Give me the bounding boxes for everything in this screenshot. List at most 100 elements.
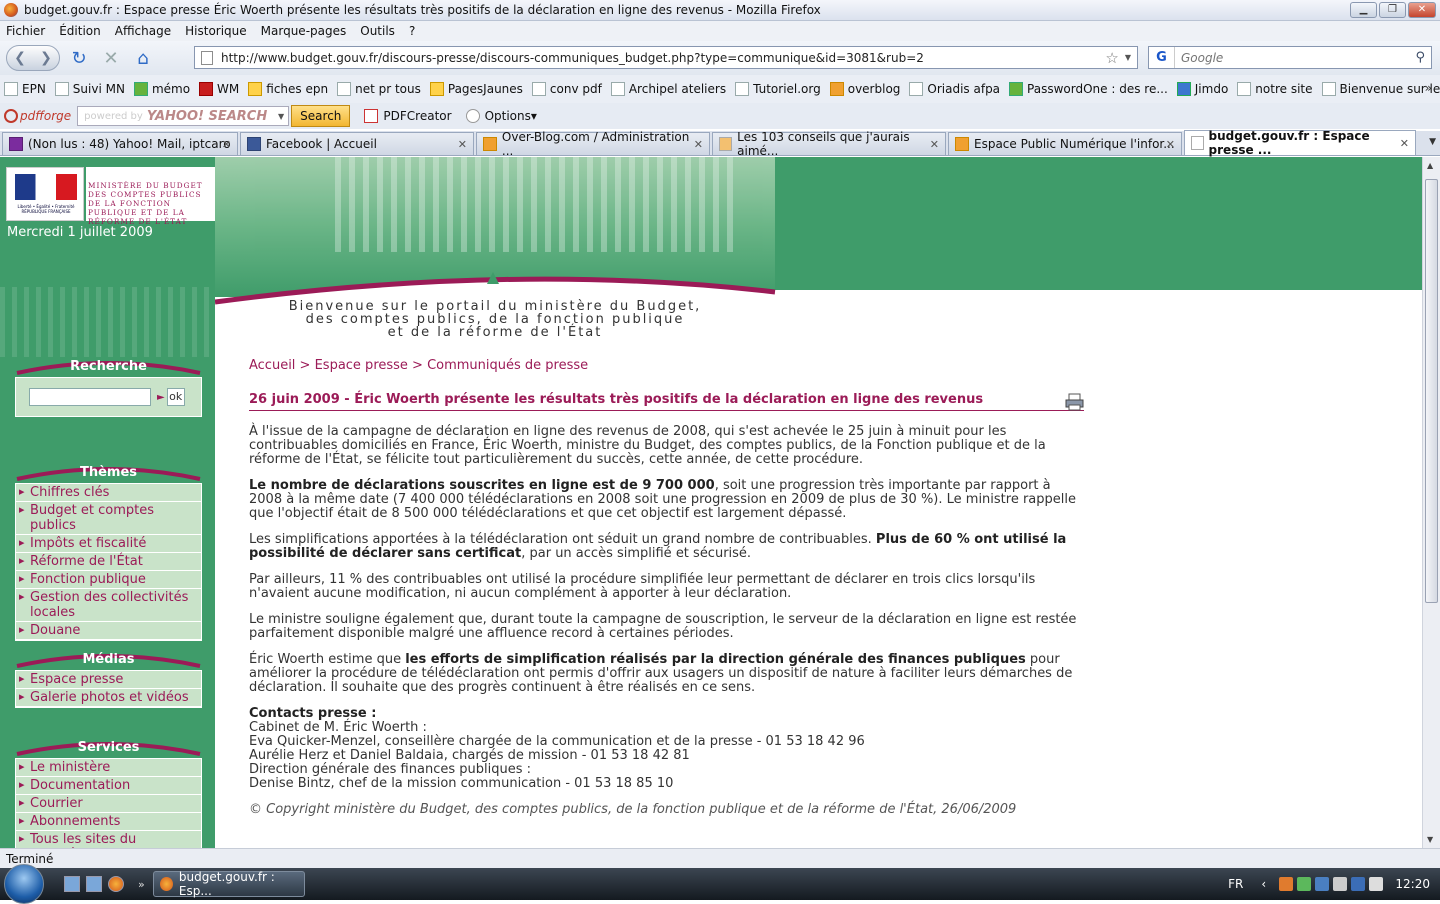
bookmark-item[interactable]: net pr tous	[337, 82, 421, 96]
bookmark-item[interactable]: Jimdo	[1177, 82, 1229, 96]
reload-icon[interactable]: ↻	[66, 45, 92, 71]
show-desktop-icon[interactable]	[64, 876, 80, 892]
close-tab-icon[interactable]: ✕	[930, 138, 939, 151]
menu-outils[interactable]: Outils	[360, 24, 395, 38]
close-tab-icon[interactable]: ✕	[1400, 137, 1409, 150]
bookmark-item[interactable]: Suivi MN	[55, 82, 125, 96]
themes-block: Thèmes Chiffres clés Budget et comptes p…	[15, 461, 202, 641]
nav-impots[interactable]: Impôts et fiscalité	[16, 535, 201, 553]
bookmark-item[interactable]: conv pdf	[532, 82, 602, 96]
maximize-button[interactable]: ❐	[1379, 2, 1406, 18]
nav-abonnements[interactable]: Abonnements	[16, 813, 201, 831]
nav-le-ministere[interactable]: Le ministère	[16, 759, 201, 777]
nav-documentation[interactable]: Documentation	[16, 777, 201, 795]
nav-fonction-publique[interactable]: Fonction publique	[16, 571, 201, 589]
nav-reforme[interactable]: Réforme de l'État	[16, 553, 201, 571]
close-tab-icon[interactable]: ✕	[1166, 138, 1175, 151]
firefox-quicklaunch-icon[interactable]	[108, 876, 124, 892]
tray-expand-icon[interactable]: ‹	[1261, 877, 1275, 891]
bookmark-item[interactable]: fiches epn	[248, 82, 328, 96]
menu-edition[interactable]: Édition	[59, 24, 101, 38]
clock[interactable]: 12:20	[1395, 877, 1430, 891]
tab-list-icon[interactable]: ▼	[1429, 137, 1436, 147]
nav-galerie[interactable]: Galerie photos et vidéos	[16, 689, 201, 707]
bookmark-item[interactable]: notre site	[1237, 82, 1312, 96]
tab-yahoo-mail[interactable]: (Non lus : 48) Yahoo! Mail, iptcaro✕	[2, 132, 238, 155]
nav-espace-presse[interactable]: Espace presse	[16, 671, 201, 689]
nav-courrier[interactable]: Courrier	[16, 795, 201, 813]
url-dropdown-icon[interactable]: ▼	[1125, 53, 1131, 62]
bookmark-item[interactable]: Oriadis afpa	[909, 82, 1000, 96]
scroll-down-icon[interactable]: ▼	[1427, 835, 1433, 844]
more-bookmarks-icon[interactable]: »	[1425, 81, 1432, 95]
tab-budget-gouv[interactable]: budget.gouv.fr : Espace presse ...✕	[1184, 130, 1416, 155]
menu-historique[interactable]: Historique	[185, 24, 247, 38]
bookmark-item[interactable]: WM	[199, 82, 239, 96]
tray-app-icon[interactable]	[1315, 877, 1329, 891]
menu-help[interactable]: ?	[409, 24, 415, 38]
language-indicator[interactable]: FR	[1228, 877, 1243, 891]
tray-app-icon[interactable]	[1279, 877, 1293, 891]
close-button[interactable]: ✕	[1408, 2, 1436, 18]
pdfforge-logo[interactable]: pdfforge	[4, 109, 71, 123]
vertical-scrollbar[interactable]: ▲ ▼	[1422, 157, 1440, 848]
tab-overblog[interactable]: Over-Blog.com / Administration ...✕	[476, 132, 710, 155]
tab-espace-public[interactable]: Espace Public Numérique l'infor...✕	[948, 132, 1182, 155]
taskbar-firefox-button[interactable]: budget.gouv.fr : Esp...	[153, 871, 305, 897]
close-tab-icon[interactable]: ✕	[458, 138, 467, 151]
dropdown-icon[interactable]: ▼	[278, 112, 284, 121]
bookmark-item[interactable]: PasswordOne : des re...	[1009, 82, 1168, 96]
menu-affichage[interactable]: Affichage	[115, 24, 171, 38]
tray-app-icon[interactable]	[1333, 877, 1347, 891]
home-icon[interactable]: ⌂	[130, 45, 156, 71]
back-forward-buttons[interactable]: ❮ ❯	[6, 45, 60, 71]
stop-icon[interactable]: ✕	[98, 45, 124, 71]
bookmark-item[interactable]: Archipel ateliers	[611, 82, 726, 96]
scroll-up-icon[interactable]: ▲	[1427, 161, 1433, 170]
volume-icon[interactable]	[1369, 877, 1383, 891]
google-engine-icon[interactable]: G	[1149, 47, 1175, 68]
search-magnifier-icon[interactable]: ⚲	[1415, 50, 1425, 65]
site-search-input[interactable]	[29, 388, 151, 406]
close-tab-icon[interactable]: ✕	[222, 138, 231, 151]
options-button[interactable]: Options▾	[466, 109, 537, 123]
search-input[interactable]	[1175, 51, 1415, 65]
start-button[interactable]	[4, 864, 44, 904]
bookmark-item[interactable]: EPN	[4, 82, 46, 96]
network-icon[interactable]	[1351, 877, 1365, 891]
nav-collectivites[interactable]: Gestion des collectivités locales	[16, 589, 201, 622]
nav-tous-les-sites[interactable]: Tous les sites du ministère	[16, 831, 201, 848]
quicklaunch-more-icon[interactable]: »	[138, 878, 145, 891]
yahoo-search-input[interactable]: powered byYAHOO! SEARCH ▼	[77, 106, 289, 126]
nav-chiffres-cles[interactable]: Chiffres clés	[16, 484, 201, 502]
bookmark-item[interactable]: overblog	[830, 82, 901, 96]
print-icon[interactable]	[1065, 393, 1084, 411]
yahoo-search-button[interactable]: Search	[291, 105, 350, 127]
bookmark-item[interactable]: mémo	[134, 82, 190, 96]
tray-app-icon[interactable]	[1297, 877, 1311, 891]
menu-marque-pages[interactable]: Marque-pages	[261, 24, 347, 38]
bookmark-item[interactable]: Bienvenue sur le site d...	[1322, 82, 1440, 96]
url-bar[interactable]: http://www.budget.gouv.fr/discours-press…	[194, 46, 1138, 69]
tab-facebook[interactable]: Facebook | Accueil✕	[240, 132, 474, 155]
search-ok-button[interactable]: ok	[167, 388, 185, 406]
breadcrumb[interactable]: Accueil > Espace presse > Communiqués de…	[249, 358, 588, 373]
ministry-logo[interactable]: Liberté • Égalité • Fraternité RÉPUBLIQU…	[6, 167, 215, 221]
minimize-button[interactable]: ▁	[1350, 2, 1377, 18]
back-icon[interactable]: ❮	[14, 50, 26, 66]
menu-fichier[interactable]: Fichier	[6, 24, 45, 38]
search-bar[interactable]: G ⚲	[1148, 46, 1432, 69]
forward-icon[interactable]: ❯	[40, 50, 52, 66]
nav-budget-comptes[interactable]: Budget et comptes publics	[16, 502, 201, 535]
switch-windows-icon[interactable]	[86, 876, 102, 892]
bookmark-item[interactable]: PagesJaunes	[430, 82, 523, 96]
scroll-thumb[interactable]	[1425, 179, 1438, 603]
contact-line: Eva Quicker-Menzel, conseillère chargée …	[249, 735, 1079, 749]
nav-douane[interactable]: Douane	[16, 622, 201, 640]
pdfcreator-button[interactable]: PDFCreator	[364, 109, 451, 123]
close-tab-icon[interactable]: ✕	[694, 138, 703, 151]
tab-conseils[interactable]: Les 103 conseils que j'aurais aimé...✕	[712, 132, 946, 155]
bookmark-item[interactable]: Tutoriel.org	[735, 82, 821, 96]
bookmark-star-icon[interactable]: ☆	[1105, 49, 1118, 67]
url-text[interactable]: http://www.budget.gouv.fr/discours-press…	[221, 51, 1105, 65]
